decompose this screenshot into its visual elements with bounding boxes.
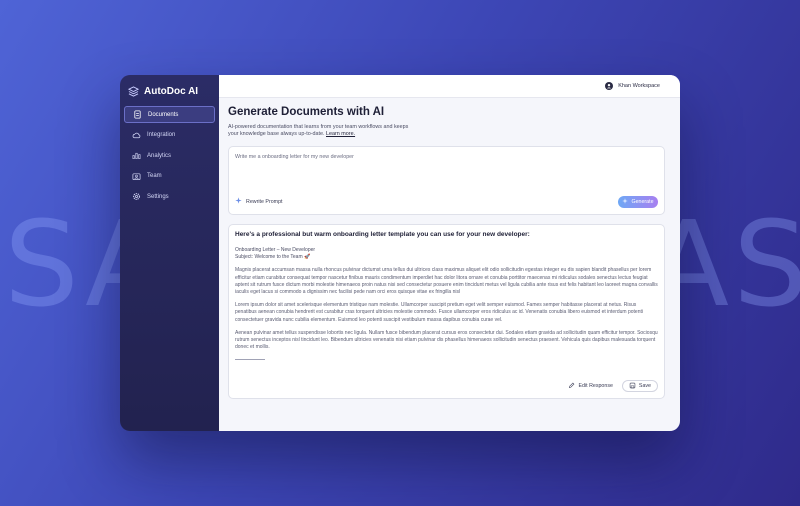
cloud-sync-icon [132, 131, 141, 140]
generate-label: Generate [631, 199, 654, 206]
edit-response-label: Edit Response [578, 383, 613, 390]
pencil-icon [568, 382, 575, 391]
sparkle-icon [622, 198, 629, 206]
team-icon [132, 172, 141, 181]
sidebar-item-analytics[interactable]: Analytics [124, 147, 215, 164]
response-paragraph: Magnis placerat accumsan massa nulla rho… [235, 267, 658, 296]
sidebar-item-label: Integration [147, 132, 176, 138]
save-icon [629, 382, 636, 391]
sidebar-item-settings[interactable]: Settings [124, 188, 215, 205]
sidebar-item-label: Documents [148, 111, 179, 118]
learn-more-link[interactable]: Learn more. [326, 131, 355, 137]
bar-chart-icon [132, 151, 141, 160]
divider [235, 359, 265, 361]
save-label: Save [638, 383, 651, 390]
response-heading: Here's a professional but warm onboardin… [235, 231, 530, 239]
subtitle-text: AI-powered documentation that learns fro… [228, 124, 409, 138]
sidebar-item-documents[interactable]: Documents [124, 106, 215, 123]
gear-icon [132, 192, 141, 201]
generate-button[interactable]: Generate [618, 196, 658, 209]
sidebar-item-integration[interactable]: Integration [124, 127, 215, 144]
sidebar-item-label: Team [147, 173, 162, 179]
prompt-card: Write me a onboarding letter for my new … [228, 146, 665, 216]
edit-response-button[interactable]: Edit Response [565, 380, 615, 392]
letter-header: Onboarding Letter – New Developer Subjec… [235, 247, 658, 261]
rewrite-prompt-label: Rewrite Prompt [246, 198, 283, 205]
app-window: AutoDoc AI Documents Integration Analyti… [120, 75, 680, 431]
rewrite-prompt-button[interactable]: Rewrite Prompt [235, 197, 283, 206]
document-icon [133, 110, 142, 119]
main-panel: Khan Workspace Generate Documents with A… [219, 75, 680, 431]
page-title: Generate Documents with AI [228, 106, 385, 118]
letter-subject-line: Subject: Welcome to the Team 🚀 [235, 254, 311, 261]
prompt-input[interactable]: Write me a onboarding letter for my new … [235, 154, 354, 160]
save-button[interactable]: Save [621, 380, 658, 393]
sidebar-item-team[interactable]: Team [124, 168, 215, 185]
workspace-name[interactable]: Khan Workspace [618, 83, 660, 89]
sparkle-icon [235, 197, 242, 206]
response-actions: Edit Response Save [565, 380, 658, 393]
response-paragraph: Aenean pulvinar amet tellus suspendisse … [235, 329, 658, 351]
content-area: Generate Documents with AI AI-powered do… [219, 98, 680, 400]
topbar: Khan Workspace [219, 75, 680, 98]
brand-name: AutoDoc AI [144, 85, 199, 97]
page-subtitle: AI-powered documentation that learns fro… [228, 124, 413, 138]
sidebar-item-label: Analytics [147, 152, 172, 159]
response-paragraph: Lorem ipsum dolor sit amet scelerisque e… [235, 302, 643, 323]
sidebar-item-label: Settings [147, 193, 169, 200]
user-avatar-icon[interactable] [605, 82, 614, 90]
sidebar: AutoDoc AI Documents Integration Analyti… [120, 75, 219, 431]
stack-layers-icon [128, 85, 139, 97]
response-card: Here's a professional but warm onboardin… [228, 224, 665, 400]
brand[interactable]: AutoDoc AI [124, 84, 215, 98]
